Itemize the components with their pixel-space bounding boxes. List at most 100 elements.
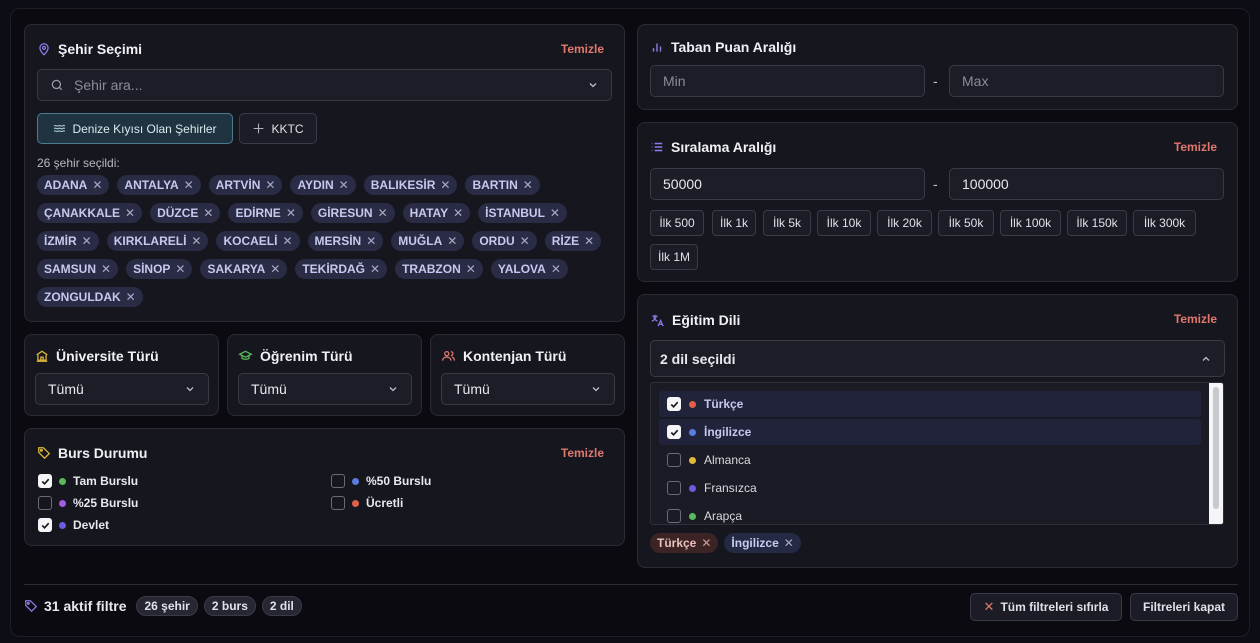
- language-option[interactable]: Arapça: [659, 503, 1201, 524]
- ranking-preset-button[interactable]: İlk 20k: [877, 210, 932, 236]
- city-chip-label: KIRKLARELİ: [113, 234, 187, 248]
- close-filters-button[interactable]: Filtreleri kapat: [1130, 593, 1238, 621]
- close-icon[interactable]: ✕: [270, 262, 280, 276]
- kktc-button[interactable]: KKTC: [239, 113, 317, 144]
- checkbox[interactable]: [667, 397, 681, 411]
- checkbox[interactable]: [38, 474, 52, 488]
- university-type-select[interactable]: Tümü: [35, 373, 209, 405]
- close-icon[interactable]: ✕: [125, 206, 135, 220]
- close-icon[interactable]: ✕: [175, 262, 185, 276]
- city-clear-button[interactable]: Temizle: [561, 42, 604, 56]
- close-icon[interactable]: ✕: [366, 234, 376, 248]
- checkbox[interactable]: [38, 518, 52, 532]
- close-icon[interactable]: ✕: [126, 290, 136, 304]
- checkbox[interactable]: [667, 453, 681, 467]
- checkbox[interactable]: [667, 481, 681, 495]
- close-icon[interactable]: ✕: [453, 206, 463, 220]
- ranking-preset-button[interactable]: İlk 150k: [1067, 210, 1127, 236]
- close-icon[interactable]: ✕: [378, 206, 388, 220]
- close-icon[interactable]: ✕: [523, 178, 533, 192]
- filter-count-badge: 26 şehir: [136, 596, 198, 616]
- city-chip: EDİRNE ✕: [228, 203, 303, 223]
- close-icon[interactable]: ✕: [184, 178, 194, 192]
- checkbox[interactable]: [667, 509, 681, 523]
- close-icon[interactable]: ✕: [191, 234, 201, 248]
- close-icon[interactable]: ✕: [701, 536, 711, 550]
- city-chip-label: MERSİN: [314, 234, 362, 248]
- quota-type-select[interactable]: Tümü: [441, 373, 615, 405]
- language-option[interactable]: İngilizce: [659, 419, 1201, 445]
- ranking-max-input[interactable]: 100000: [949, 168, 1224, 200]
- close-icon[interactable]: ✕: [101, 262, 111, 276]
- close-icon[interactable]: ✕: [82, 234, 92, 248]
- close-icon[interactable]: ✕: [440, 178, 450, 192]
- language-option[interactable]: Türkçe: [659, 391, 1201, 417]
- city-chip: İZMİR ✕: [37, 231, 99, 251]
- language-select[interactable]: 2 dil seçildi: [650, 340, 1225, 377]
- close-icon[interactable]: ✕: [584, 234, 594, 248]
- dropdown-scrollbar[interactable]: [1209, 383, 1223, 524]
- language-option[interactable]: Almanca: [659, 447, 1201, 473]
- city-chip: HATAY ✕: [402, 203, 471, 223]
- city-chip-label: BARTIN: [472, 178, 518, 192]
- scholarship-option[interactable]: %50 Burslu: [331, 474, 431, 488]
- checkbox[interactable]: [331, 496, 345, 510]
- close-icon[interactable]: ✕: [520, 234, 530, 248]
- color-dot: [689, 484, 696, 492]
- scrollbar-thumb[interactable]: [1213, 387, 1219, 509]
- checkbox[interactable]: [667, 425, 681, 439]
- education-type-select[interactable]: Tümü: [238, 373, 412, 405]
- reset-all-filters-button[interactable]: ✕ Tüm filtreleri sıfırla: [970, 593, 1122, 621]
- city-chip: BALIKESİR ✕: [363, 175, 458, 195]
- checkbox[interactable]: [38, 496, 52, 510]
- language-option[interactable]: Fransızca: [659, 475, 1201, 501]
- ranking-clear-button[interactable]: Temizle: [1174, 140, 1217, 154]
- city-search-placeholder: Şehir ara...: [74, 77, 143, 93]
- close-icon[interactable]: ✕: [282, 234, 292, 248]
- city-chip: TRABZON ✕: [395, 259, 483, 279]
- scholarship-option[interactable]: Devlet: [38, 518, 109, 532]
- city-chip: ZONGULDAK ✕: [37, 287, 143, 307]
- city-chip-label: TEKİRDAĞ: [302, 262, 366, 276]
- city-chip: İSTANBUL ✕: [478, 203, 567, 223]
- color-dot: [689, 512, 696, 520]
- scholarship-card: Burs Durumu Temizle Tam Burslu %50 Bursl…: [24, 428, 625, 546]
- scholarship-option[interactable]: Tam Burslu: [38, 474, 138, 488]
- close-icon[interactable]: ✕: [551, 262, 561, 276]
- city-chip: GİRESUN ✕: [310, 203, 395, 223]
- score-max-input[interactable]: Max: [949, 65, 1224, 97]
- close-icon[interactable]: ✕: [370, 262, 380, 276]
- close-icon[interactable]: ✕: [784, 536, 794, 550]
- city-chip-label: ZONGULDAK: [44, 290, 121, 304]
- ranking-preset-button[interactable]: İlk 10k: [817, 210, 871, 236]
- close-icon[interactable]: ✕: [203, 206, 213, 220]
- ranking-preset-button[interactable]: İlk 300k: [1133, 210, 1196, 236]
- scholarship-option[interactable]: Ücretli: [331, 496, 403, 510]
- score-min-input[interactable]: Min: [650, 65, 925, 97]
- close-icon[interactable]: ✕: [286, 206, 296, 220]
- city-chip: BARTIN ✕: [465, 175, 540, 195]
- close-icon[interactable]: ✕: [466, 262, 476, 276]
- ranking-preset-button[interactable]: İlk 5k: [763, 210, 811, 236]
- waves-icon: [54, 124, 66, 133]
- close-icon[interactable]: ✕: [92, 178, 102, 192]
- close-icon[interactable]: ✕: [339, 178, 349, 192]
- scholarship-option[interactable]: %25 Burslu: [38, 496, 138, 510]
- chevron-down-icon: [186, 387, 194, 392]
- close-icon[interactable]: ✕: [550, 206, 560, 220]
- close-icon[interactable]: ✕: [447, 234, 457, 248]
- language-clear-button[interactable]: Temizle: [1174, 312, 1217, 326]
- ranking-preset-button[interactable]: İlk 1M: [650, 244, 698, 270]
- ranking-preset-button[interactable]: İlk 1k: [712, 210, 756, 236]
- scholarship-clear-button[interactable]: Temizle: [561, 446, 604, 460]
- coastal-cities-button[interactable]: Denize Kıyısı Olan Şehirler: [37, 113, 233, 144]
- city-chip-label: HATAY: [409, 206, 449, 220]
- check-icon: [670, 401, 678, 408]
- ranking-preset-button[interactable]: İlk 50k: [938, 210, 994, 236]
- ranking-preset-button[interactable]: İlk 100k: [1000, 210, 1061, 236]
- ranking-min-input[interactable]: 50000: [650, 168, 925, 200]
- ranking-preset-button[interactable]: İlk 500: [650, 210, 704, 236]
- city-search-input[interactable]: Şehir ara...: [37, 69, 612, 101]
- checkbox[interactable]: [331, 474, 345, 488]
- close-icon[interactable]: ✕: [265, 178, 275, 192]
